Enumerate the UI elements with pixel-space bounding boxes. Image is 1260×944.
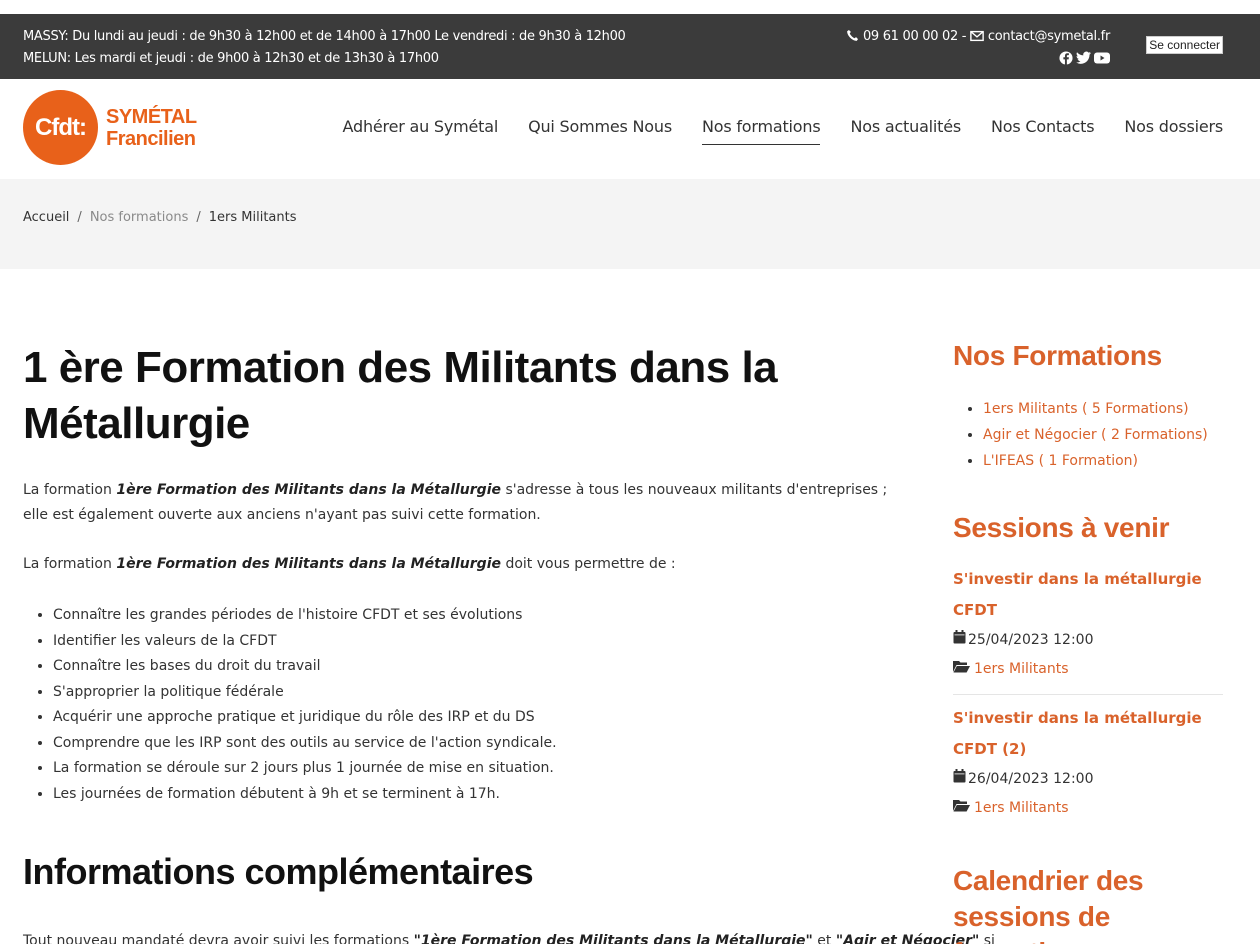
session-title[interactable]: S'investir dans la métallurgie CFDT	[953, 564, 1223, 626]
list-item: Connaître les grandes périodes de l'hist…	[53, 603, 903, 629]
top-bar: MASSY: Du lundi au jeudi : de 9h30 à 12h…	[0, 14, 1260, 79]
opening-hours: MASSY: Du lundi au jeudi : de 9h30 à 12h…	[23, 26, 626, 70]
nav-item-nos-dossiers[interactable]: Nos dossiers	[1124, 117, 1223, 145]
sidebar: Nos Formations 1ers Militants ( 5 Format…	[953, 340, 1223, 944]
breadcrumb: Accueil / Nos formations / 1ers Militant…	[23, 210, 297, 225]
contact-info: 09 61 00 00 02 - contact@symetal.fr	[846, 26, 1110, 48]
session-title[interactable]: S'investir dans la métallurgie CFDT (2)	[953, 703, 1223, 765]
login-button[interactable]: Se connecter	[1146, 36, 1223, 54]
session-card: S'investir dans la métallurgie CFDT 25/0…	[953, 564, 1223, 695]
nav-item-nos-formations[interactable]: Nos formations	[701, 117, 821, 145]
list-item: Connaître les bases du droit du travail	[53, 654, 903, 680]
logo-mark: Cfdt:	[23, 90, 98, 165]
list-item: Comprendre que les IRP sont des outils a…	[53, 731, 903, 757]
list-item: 1ers Militants ( 5 Formations)	[983, 396, 1223, 422]
nav-item-adherer[interactable]: Adhérer au Symétal	[343, 117, 499, 145]
logo-text: SYMÉTAL Francilien	[106, 106, 197, 150]
calendar-icon	[953, 626, 966, 655]
facebook-icon[interactable]	[1059, 50, 1073, 69]
session-category-link[interactable]: 1ers Militants	[974, 655, 1069, 684]
info-mid: et	[812, 933, 836, 944]
session-category-link[interactable]: 1ers Militants	[974, 794, 1069, 823]
goals-prefix: La formation	[23, 556, 117, 572]
email-icon	[970, 29, 988, 44]
formations-list: 1ers Militants ( 5 Formations) Agir et N…	[953, 396, 1223, 474]
goals-suffix: doit vous permettre de :	[501, 556, 676, 572]
info-emphasis-1: "1ère Formation des Militants dans la Mé…	[413, 933, 813, 944]
breadcrumb-current: 1ers Militants	[208, 210, 297, 225]
youtube-icon[interactable]	[1094, 50, 1110, 69]
page-title: 1 ère Formation des Militants dans la Mé…	[23, 343, 778, 448]
folder-open-icon	[953, 655, 970, 684]
nav-item-qui-sommes-nous[interactable]: Qui Sommes Nous	[528, 117, 672, 145]
logo-line-2: Francilien	[106, 127, 196, 150]
logo-line-1: SYMÉTAL	[106, 105, 197, 128]
list-item: L'IFEAS ( 1 Formation)	[983, 448, 1223, 474]
nav-item-nos-actualites[interactable]: Nos actualités	[850, 117, 961, 145]
twitter-icon[interactable]	[1076, 50, 1091, 69]
sessions-title: Sessions à venir	[953, 512, 1170, 543]
folder-open-icon	[953, 794, 970, 823]
formation-link[interactable]: 1ers Militants ( 5 Formations)	[983, 401, 1189, 417]
session-date: 25/04/2023 12:00	[953, 626, 1223, 655]
top-strip	[0, 0, 1260, 14]
list-item: Acquérir une approche pratique et juridi…	[53, 705, 903, 731]
goals-intro: La formation 1ère Formation des Militant…	[23, 552, 903, 577]
session-card: S'investir dans la métallurgie CFDT (2) …	[953, 703, 1223, 823]
list-item: Identifier les valeurs de la CFDT	[53, 629, 903, 655]
main-content: 1 ère Formation des Militants dans la Mé…	[23, 340, 995, 944]
site-header: Cfdt: SYMÉTAL Francilien Adhérer au Symé…	[0, 79, 1260, 179]
formations-title: Nos Formations	[953, 340, 1162, 371]
session-category: 1ers Militants	[953, 655, 1223, 684]
email-link[interactable]: contact@symetal.fr	[988, 29, 1110, 44]
info-title: Informations complémentaires	[23, 851, 534, 892]
breadcrumb-home[interactable]: Accueil	[23, 210, 69, 225]
breadcrumb-separator: /	[196, 210, 201, 225]
phone-icon	[846, 29, 863, 44]
phone-number[interactable]: 09 61 00 00 02 -	[863, 29, 967, 44]
calendar-icon	[953, 765, 966, 794]
session-category: 1ers Militants	[953, 794, 1223, 823]
formation-link[interactable]: Agir et Négocier ( 2 Formations)	[983, 427, 1208, 443]
list-item: Les journées de formation débutent à 9h …	[53, 782, 903, 808]
session-date-text: 25/04/2023 12:00	[968, 632, 1094, 648]
intro-paragraph: La formation 1ère Formation des Militant…	[23, 478, 903, 528]
info-paragraph: Tout nouveau mandaté devra avoir suivi l…	[23, 929, 995, 944]
intro-prefix: La formation	[23, 482, 117, 498]
list-item: La formation se déroule sur 2 jours plus…	[53, 756, 903, 782]
formation-link[interactable]: L'IFEAS ( 1 Formation)	[983, 453, 1138, 469]
list-item: S'approprier la politique fédérale	[53, 680, 903, 706]
nav-item-nos-contacts[interactable]: Nos Contacts	[991, 117, 1095, 145]
hours-massy: MASSY: Du lundi au jeudi : de 9h30 à 12h…	[23, 29, 626, 44]
breadcrumb-formations[interactable]: Nos formations	[90, 210, 189, 225]
social-links	[1059, 50, 1110, 69]
goals-list: Connaître les grandes périodes de l'hist…	[23, 603, 903, 807]
intro-emphasis: 1ère Formation des Militants dans la Mét…	[116, 482, 501, 498]
site-logo[interactable]: Cfdt: SYMÉTAL Francilien	[23, 90, 197, 165]
main-nav: Adhérer au Symétal Qui Sommes Nous Nos f…	[343, 117, 1223, 145]
list-item: Agir et Négocier ( 2 Formations)	[983, 422, 1223, 448]
info-prefix: Tout nouveau mandaté devra avoir suivi l…	[23, 933, 414, 944]
calendar-title: Calendrier des sessions de formation	[953, 865, 1144, 944]
session-date: 26/04/2023 12:00	[953, 765, 1223, 794]
breadcrumb-separator: /	[77, 210, 82, 225]
goals-emphasis: 1ère Formation des Militants dans la Mét…	[116, 556, 501, 572]
session-date-text: 26/04/2023 12:00	[968, 771, 1094, 787]
hours-melun: MELUN: Les mardi et jeudi : de 9h00 à 12…	[23, 51, 439, 66]
breadcrumb-bar: Accueil / Nos formations / 1ers Militant…	[0, 179, 1260, 269]
